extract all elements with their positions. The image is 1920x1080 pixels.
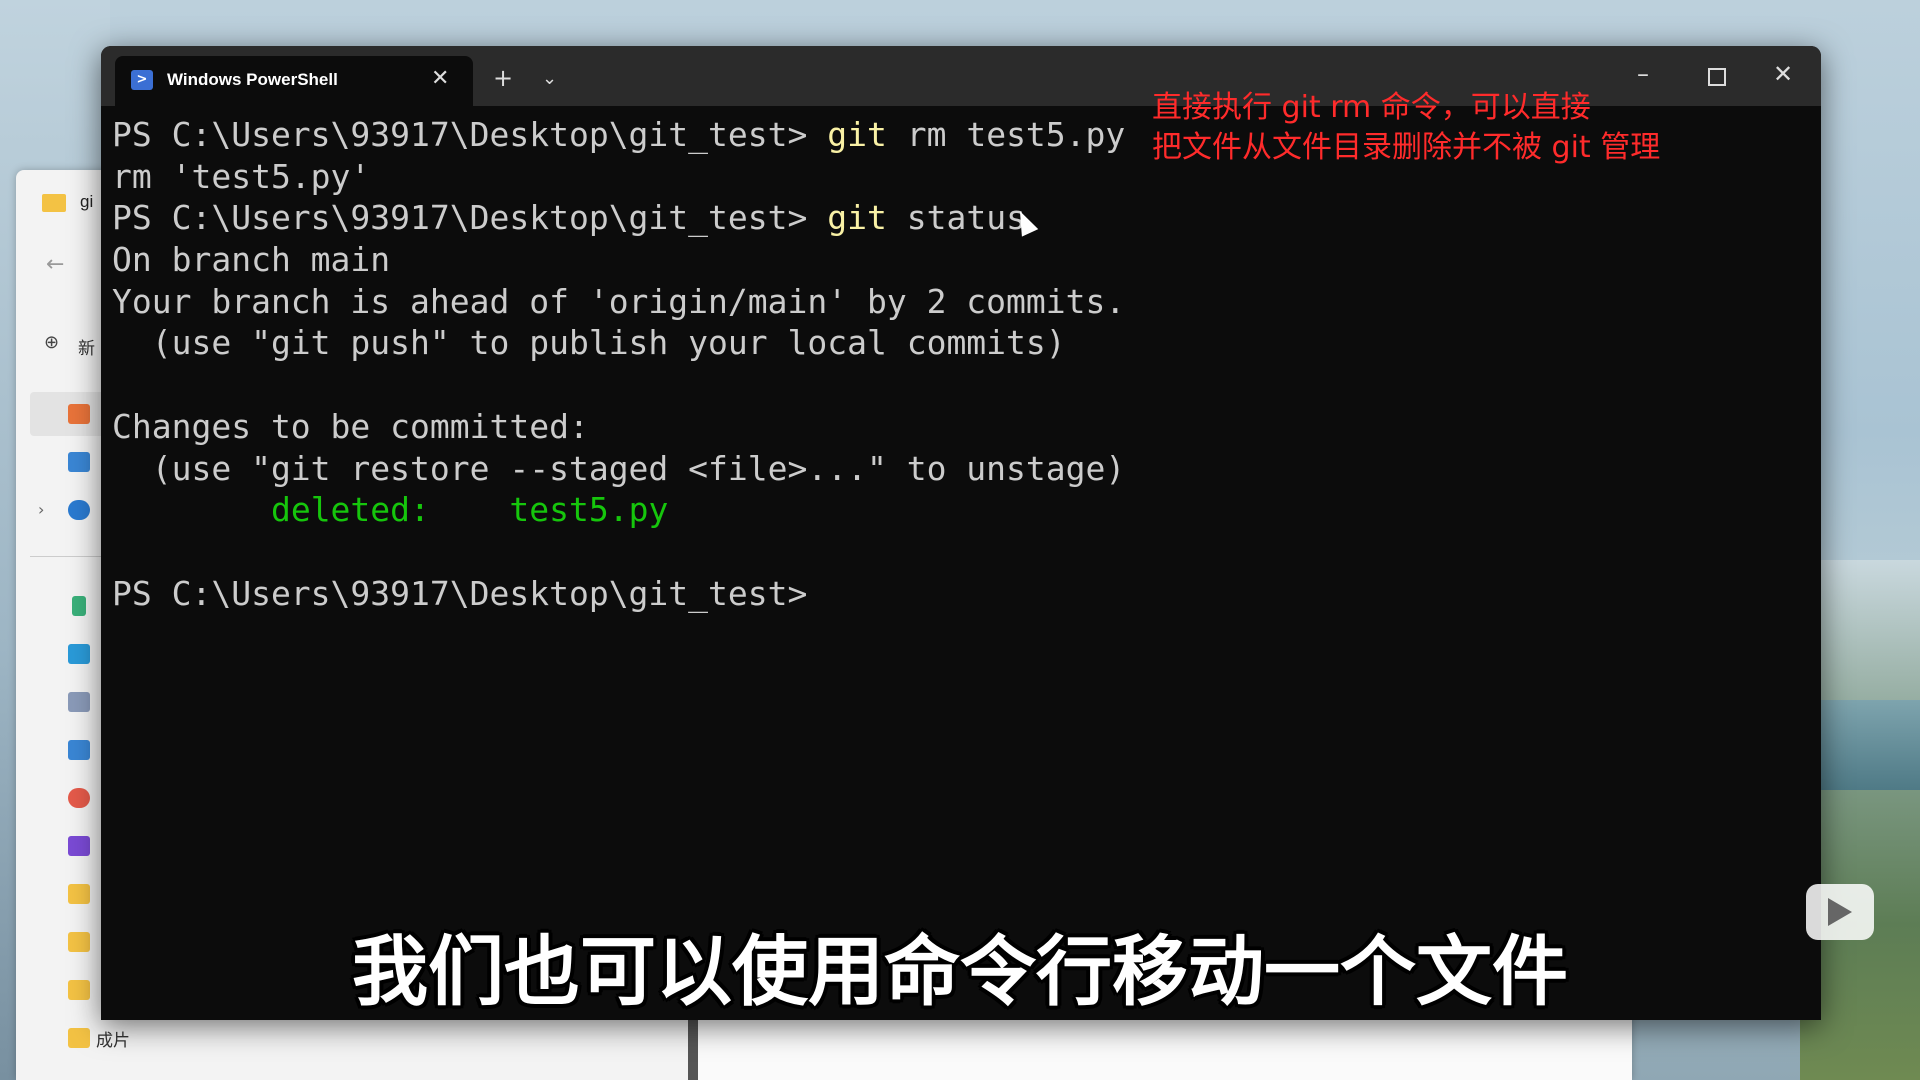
terminal-line: On branch main [112, 239, 1292, 281]
chevron-down-icon[interactable]: ⌄ [542, 68, 557, 89]
close-window-button[interactable]: ✕ [1773, 60, 1793, 88]
sidebar-item-label[interactable]: 成片 [96, 1026, 130, 1051]
command-args: rm test5.py [886, 115, 1126, 154]
gallery-icon[interactable] [68, 452, 90, 472]
command-keyword: git [827, 115, 887, 154]
tab-powershell[interactable]: > Windows PowerShell ✕ [115, 56, 473, 106]
terminal-text: Your branch is ahead of 'origin/main' by… [112, 281, 1126, 321]
terminal-line: PS C:\Users\93917\Desktop\git_test> git … [112, 197, 1292, 239]
close-tab-icon[interactable]: ✕ [431, 66, 449, 91]
videos-icon[interactable] [68, 836, 90, 856]
sidebar-divider [30, 556, 110, 557]
command-keyword: git [827, 198, 887, 238]
terminal-text: PS C:\Users\93917\Desktop\git_test> [112, 573, 808, 613]
command-args: status [886, 198, 1026, 238]
terminal-text: On branch main [112, 240, 391, 280]
terminal-line: rm 'test5.py' [112, 156, 1292, 198]
powershell-window: > Windows PowerShell ✕ + ⌄ – ✕ PS C:\Use… [101, 46, 1821, 1020]
chevron-right-icon[interactable]: › [38, 500, 44, 519]
annotation-note: 直接执行 git rm 命令，可以直接 把文件从文件目录删除并不被 git 管理 [1152, 90, 1661, 165]
terminal-text: PS C:\Users\93917\Desktop\git_test> [112, 115, 828, 154]
terminal-line: (use "git push" to publish your local co… [112, 322, 1292, 364]
terminal-text: (use "git push" to publish your local co… [112, 323, 1066, 363]
terminal-output[interactable]: PS C:\Users\93917\Desktop\git_test> git … [112, 114, 1292, 614]
terminal-text: rm 'test5.py' [112, 156, 371, 196]
terminal-line: deleted: test5.py [112, 489, 1292, 531]
terminal-line: PS C:\Users\93917\Desktop\git_test> [112, 573, 1292, 615]
terminal-text: PS C:\Users\93917\Desktop\git_test> [112, 198, 828, 238]
onedrive-icon[interactable] [68, 500, 90, 520]
terminal-line: Changes to be committed: [112, 406, 1292, 448]
maximize-button[interactable] [1708, 68, 1726, 86]
folder-icon[interactable] [68, 1028, 90, 1048]
back-arrow-icon[interactable]: ← [46, 252, 64, 277]
downloads-icon[interactable] [72, 596, 86, 616]
minimize-button[interactable]: – [1637, 60, 1649, 88]
explorer-tab-label[interactable]: gi [80, 192, 93, 212]
video-subtitle: 我们也可以使用命令行移动一个文件 [352, 927, 1568, 1016]
play-icon [1828, 898, 1852, 926]
terminal-line: Your branch is ahead of 'origin/main' by… [112, 281, 1292, 323]
explorer-new-label[interactable]: 新 [78, 334, 95, 359]
desktop-icon[interactable] [68, 644, 90, 664]
tab-title: Windows PowerShell [167, 70, 338, 89]
terminal-line: PS C:\Users\93917\Desktop\git_test> git … [112, 114, 1292, 156]
folder-icon [42, 194, 66, 212]
terminal-line: (use "git restore --staged <file>..." to… [112, 448, 1292, 490]
plus-circle-icon[interactable]: ⊕ [44, 332, 59, 353]
folder-icon[interactable] [68, 884, 90, 904]
explorer-content-pane [698, 1020, 1632, 1080]
terminal-text: Changes to be committed: [112, 406, 589, 446]
terminal-text: (use "git restore --staged <file>..." to… [112, 448, 1126, 488]
home-icon[interactable] [68, 404, 90, 424]
powershell-icon: > [131, 70, 153, 90]
new-tab-button[interactable]: + [493, 64, 513, 92]
scrollbar[interactable] [688, 1020, 698, 1080]
pictures-icon[interactable] [68, 740, 90, 760]
documents-icon[interactable] [68, 692, 90, 712]
deleted-file-status: deleted: test5.py [270, 490, 669, 530]
music-icon[interactable] [68, 788, 90, 808]
